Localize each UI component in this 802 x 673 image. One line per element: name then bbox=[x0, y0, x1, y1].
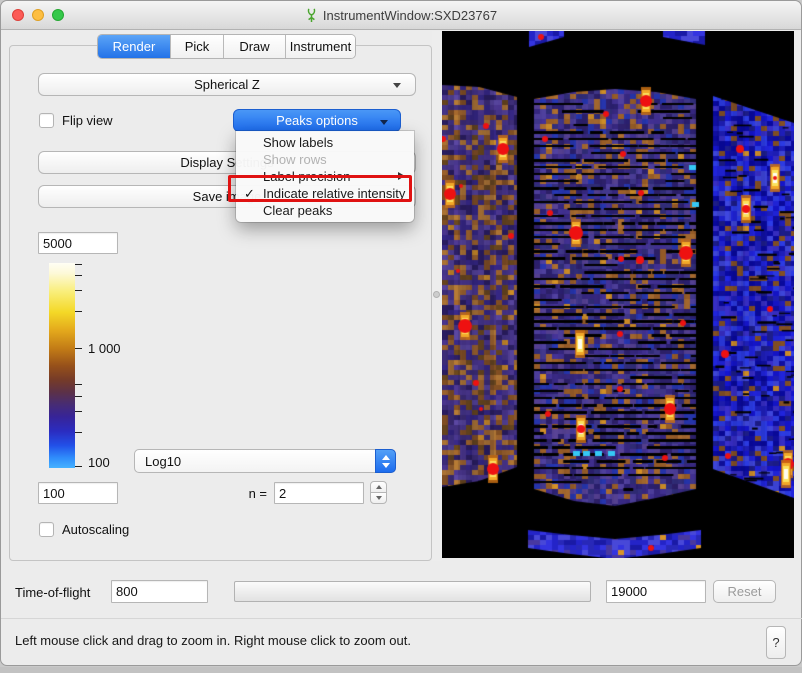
pane-splitter[interactable] bbox=[432, 31, 442, 561]
colorbar-tick bbox=[75, 396, 82, 397]
instrument-3d-view[interactable] bbox=[442, 31, 794, 558]
reset-label: Reset bbox=[728, 584, 762, 599]
peaks-options-menu: Show labels Show rows Label precision ✓ … bbox=[236, 131, 414, 222]
tab-pick[interactable]: Pick bbox=[170, 35, 223, 58]
tof-range-slider[interactable] bbox=[234, 581, 591, 602]
mantid-logo-icon bbox=[305, 8, 318, 23]
colorbar-tick bbox=[75, 411, 82, 412]
tof-end-input[interactable] bbox=[606, 580, 706, 603]
colorbar-label-100: 100 bbox=[88, 455, 110, 470]
n-value-stepper bbox=[370, 481, 387, 505]
flip-view-row: Flip view bbox=[39, 113, 113, 128]
tab-render[interactable]: Render bbox=[98, 35, 170, 58]
dropdown-arrow-icon bbox=[380, 120, 388, 125]
checkmark-icon: ✓ bbox=[244, 185, 255, 202]
autoscaling-checkbox[interactable] bbox=[39, 522, 54, 537]
colorbar-tick bbox=[75, 264, 82, 265]
window-title: InstrumentWindow:SXD23767 bbox=[323, 8, 497, 23]
titlebar: InstrumentWindow:SXD23767 bbox=[1, 1, 801, 30]
chevron-down-icon bbox=[376, 496, 382, 500]
spin-down-button[interactable] bbox=[370, 492, 387, 504]
dropdown-stepper[interactable] bbox=[375, 449, 396, 473]
menu-item-show-labels[interactable]: Show labels bbox=[236, 134, 414, 151]
tab-draw[interactable]: Draw bbox=[223, 35, 285, 58]
tof-start-input[interactable] bbox=[111, 580, 208, 603]
n-label: n = bbox=[239, 486, 267, 501]
colorbar-label-1000: 1 000 bbox=[88, 341, 121, 356]
window-shadow bbox=[0, 667, 802, 673]
status-divider bbox=[1, 618, 802, 619]
scale-max-input[interactable] bbox=[38, 232, 118, 254]
menu-item-clear-peaks[interactable]: Clear peaks bbox=[236, 202, 414, 219]
tab-bar: Render Pick Draw Instrument bbox=[97, 34, 356, 59]
scale-type-dropdown[interactable]: Log10 bbox=[134, 449, 396, 473]
colorbar-tick bbox=[75, 311, 82, 312]
menu-item-label: Clear peaks bbox=[263, 203, 332, 218]
flip-view-label: Flip view bbox=[62, 113, 113, 128]
status-hint-text: Left mouse click and drag to zoom in. Ri… bbox=[15, 633, 411, 648]
reset-button[interactable]: Reset bbox=[713, 580, 776, 603]
colorbar-tick bbox=[75, 348, 82, 349]
tab-instrument[interactable]: Instrument bbox=[285, 35, 355, 58]
window-title-group: InstrumentWindow:SXD23767 bbox=[305, 8, 497, 23]
projection-dropdown[interactable]: Spherical Z bbox=[38, 73, 416, 96]
close-button[interactable] bbox=[12, 9, 24, 21]
instrument-window: InstrumentWindow:SXD23767 Render Pick Dr… bbox=[0, 0, 802, 666]
time-of-flight-label: Time-of-flight bbox=[15, 585, 90, 600]
flip-view-checkbox[interactable] bbox=[39, 113, 54, 128]
splitter-handle-icon bbox=[433, 291, 440, 298]
menu-item-show-rows: Show rows bbox=[236, 151, 414, 168]
n-value-input[interactable] bbox=[274, 482, 364, 504]
submenu-arrow-icon bbox=[398, 172, 405, 180]
colorbar-tick bbox=[75, 432, 82, 433]
menu-item-label: Label precision bbox=[263, 169, 350, 184]
help-label: ? bbox=[772, 635, 779, 650]
scale-type-value: Log10 bbox=[145, 454, 181, 469]
chevron-up-icon bbox=[382, 455, 390, 460]
menu-item-indicate-relative-intensity[interactable]: ✓ Indicate relative intensity bbox=[236, 185, 414, 202]
minimize-button[interactable] bbox=[32, 9, 44, 21]
projection-value: Spherical Z bbox=[194, 77, 260, 92]
colorbar-tick bbox=[75, 275, 82, 276]
menu-item-label: Show rows bbox=[263, 152, 327, 167]
colorbar-tick bbox=[75, 466, 82, 467]
traffic-lights bbox=[12, 9, 64, 21]
menu-item-label-precision[interactable]: Label precision bbox=[236, 168, 414, 185]
menu-item-label: Show labels bbox=[263, 135, 333, 150]
help-button[interactable]: ? bbox=[766, 626, 786, 659]
color-scale-bar bbox=[49, 263, 75, 468]
chevron-up-icon bbox=[376, 485, 382, 489]
chevron-down-icon bbox=[382, 463, 390, 468]
peaks-options-button[interactable]: Peaks options bbox=[233, 109, 401, 132]
maximize-button[interactable] bbox=[52, 9, 64, 21]
menu-item-label: Indicate relative intensity bbox=[263, 186, 405, 201]
colorbar-tick bbox=[75, 290, 82, 291]
dropdown-arrow-icon bbox=[393, 83, 401, 88]
autoscaling-row: Autoscaling bbox=[39, 522, 129, 537]
colorbar-tick bbox=[75, 384, 82, 385]
scale-min-input[interactable] bbox=[38, 482, 118, 504]
autoscaling-label: Autoscaling bbox=[62, 522, 129, 537]
peaks-options-label: Peaks options bbox=[276, 113, 358, 128]
